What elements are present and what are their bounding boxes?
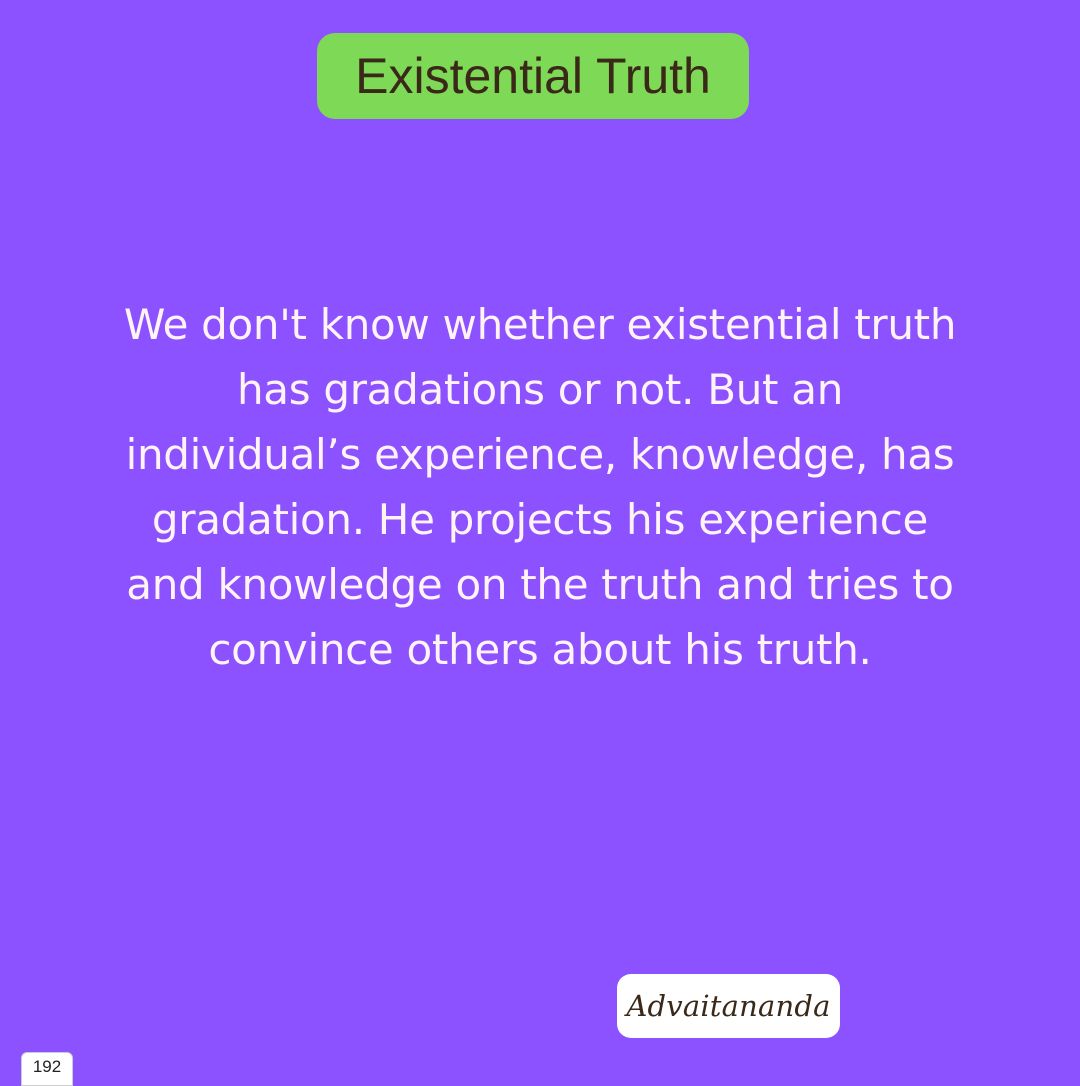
quote-text: We don't know whether existential truth … <box>123 300 957 674</box>
page-title: Existential Truth <box>355 48 711 104</box>
author-signature: Advaitananda <box>626 988 831 1023</box>
title-badge: Existential Truth <box>317 33 749 119</box>
page-number-badge: 192 <box>21 1052 73 1086</box>
signature-badge: Advaitananda <box>617 974 840 1038</box>
